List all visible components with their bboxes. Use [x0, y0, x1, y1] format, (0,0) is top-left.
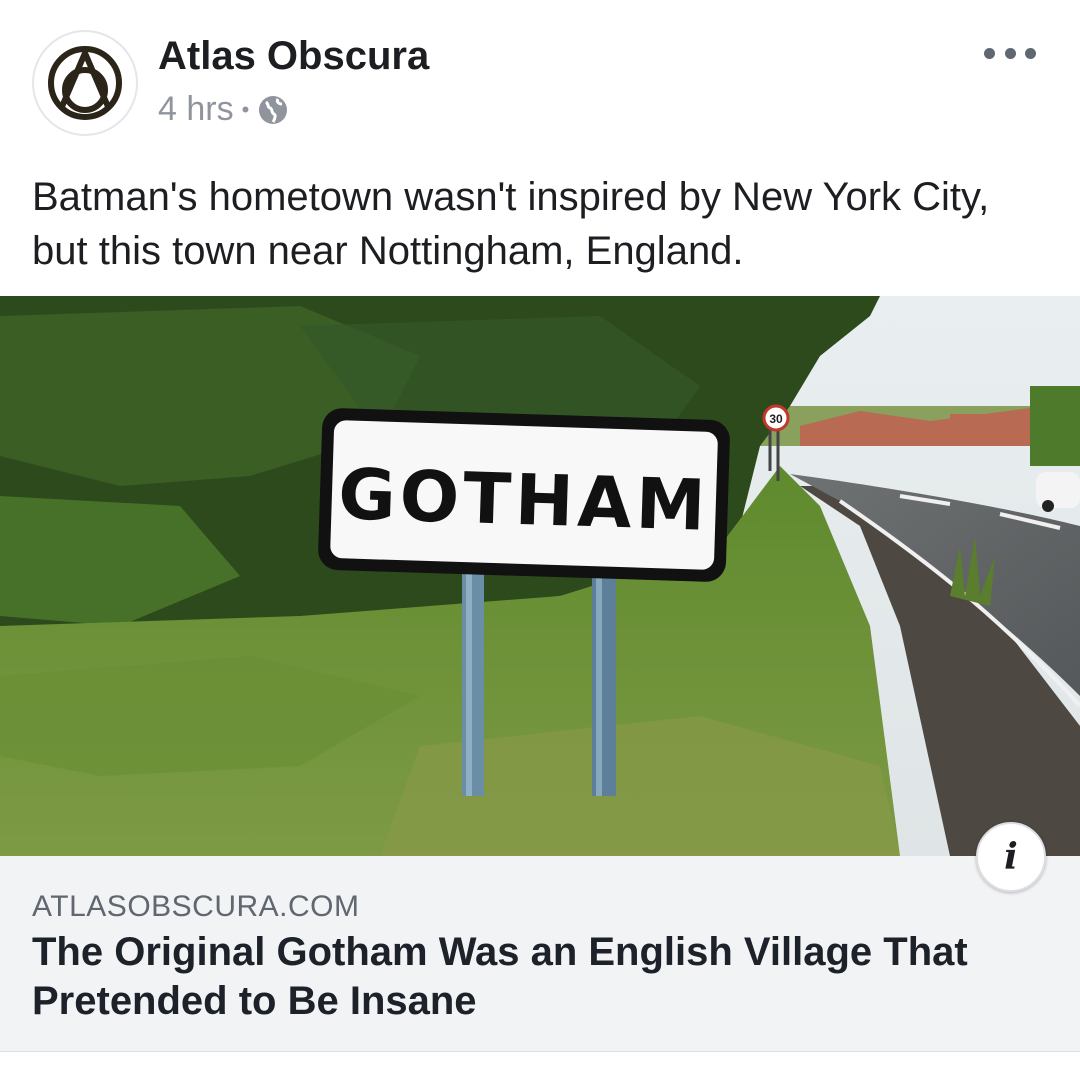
atlas-obscura-logo-icon — [48, 46, 122, 120]
more-dot — [1025, 47, 1036, 59]
more-dot — [984, 47, 995, 59]
post-text: Batman's hometown wasn't inspired by New… — [32, 170, 1052, 278]
gotham-sign-text: GOTHAM — [337, 453, 711, 547]
link-domain: ATLASOBSCURA.COM — [32, 890, 360, 923]
speed-sign-text: 30 — [769, 412, 783, 426]
more-options-button[interactable] — [984, 38, 1036, 68]
post-timestamp[interactable]: 4 hrs — [158, 90, 234, 129]
link-card[interactable]: ATLASOBSCURA.COM The Original Gotham Was… — [0, 856, 1080, 1052]
post-meta: 4 hrs • — [158, 90, 289, 129]
link-preview-photo[interactable]: 30 GOTHAM — [0, 296, 1080, 856]
info-button[interactable]: i — [976, 822, 1046, 892]
post-text-line: Batman's hometown wasn't inspired by New… — [32, 175, 990, 219]
atlas-obscura-avatar[interactable] — [32, 30, 138, 136]
post-text-line: but this town near Nottingham, England. — [32, 229, 744, 273]
link-headline: The Original Gotham Was an English Villa… — [32, 928, 1042, 1026]
meta-separator: • — [241, 96, 250, 122]
more-dot — [1004, 47, 1016, 59]
page-name[interactable]: Atlas Obscura — [158, 34, 429, 79]
headline-line: Pretended to Be Insane — [32, 979, 477, 1023]
post-header: Atlas Obscura 4 hrs • — [0, 0, 1080, 160]
headline-line: The Original Gotham Was an English Villa… — [32, 930, 968, 974]
gotham-sign-photo: 30 GOTHAM — [0, 296, 1080, 856]
globe-icon — [259, 95, 288, 124]
